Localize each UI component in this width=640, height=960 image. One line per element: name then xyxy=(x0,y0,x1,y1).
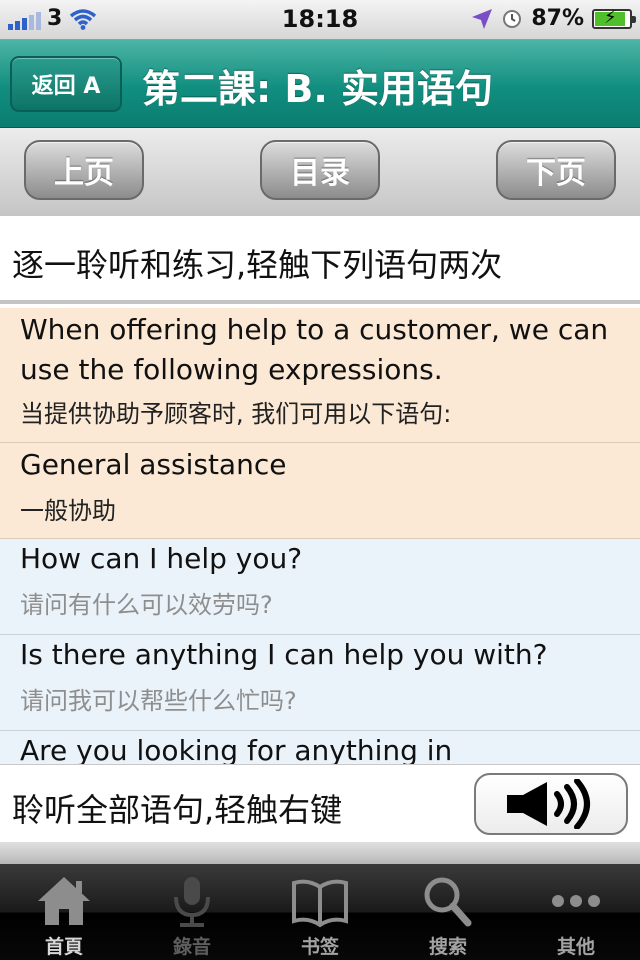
location-arrow-icon xyxy=(472,8,493,29)
previous-page-button[interactable]: 上页 xyxy=(24,140,144,200)
phrase-row[interactable]: Are you looking for anything in xyxy=(0,731,640,764)
status-right: 87% ⚡ xyxy=(471,6,636,31)
tab-label: 首頁 xyxy=(44,936,83,958)
more-icon xyxy=(546,872,606,930)
intro-english: When offering help to a customer, we can… xyxy=(20,313,609,386)
phrase-english: Are you looking for anything in xyxy=(20,734,453,764)
speaker-icon xyxy=(507,779,590,829)
intro-block[interactable]: When offering help to a customer, we can… xyxy=(0,308,640,443)
tab-label: 其他 xyxy=(556,936,595,958)
tab-home[interactable]: 首頁 xyxy=(0,864,128,960)
instruction-text: 逐一聆听和练习,轻触下列语句两次 xyxy=(0,216,640,304)
page-toolbar: 上页 目录 下页 xyxy=(0,128,640,216)
intro-chinese: 当提供协助予顾客时, 我们可用以下语句: xyxy=(20,400,452,428)
tab-bar: 首頁 錄音 书签 搜索 其他 xyxy=(0,864,640,960)
tab-label: 搜索 xyxy=(428,936,467,958)
section-english: General assistance xyxy=(20,448,287,481)
battery-icon: ⚡ xyxy=(592,6,636,29)
section-header-general[interactable]: General assistance 一般协助 xyxy=(0,443,640,539)
book-icon xyxy=(290,872,350,930)
back-button[interactable]: 返回 A xyxy=(10,56,122,112)
search-icon xyxy=(418,872,478,930)
section-chinese: 一般协助 xyxy=(20,497,116,525)
phrase-chinese: 请问我可以帮些什么忙吗? xyxy=(20,687,297,715)
phrase-row[interactable]: How can I help you? 请问有什么可以效劳吗? xyxy=(0,539,640,635)
phrase-chinese: 请问有什么可以效劳吗? xyxy=(20,591,273,619)
home-icon xyxy=(34,872,94,930)
divider xyxy=(0,842,640,864)
microphone-icon xyxy=(162,872,222,930)
tab-search[interactable]: 搜索 xyxy=(384,864,512,960)
listen-all-label: 聆听全部语句,轻触右键 xyxy=(12,791,343,829)
page-title: 第二課: B. 实用语句 xyxy=(142,67,494,111)
play-all-button[interactable] xyxy=(474,773,628,835)
tab-bookmarks[interactable]: 书签 xyxy=(256,864,384,960)
table-of-contents-button[interactable]: 目录 xyxy=(260,140,380,200)
navigation-bar: 返回 A 第二課: B. 实用语句 xyxy=(0,40,640,128)
phrase-english: How can I help you? xyxy=(20,542,303,575)
tab-label: 錄音 xyxy=(172,936,211,958)
next-page-button[interactable]: 下页 xyxy=(496,140,616,200)
tab-label: 书签 xyxy=(300,936,339,958)
phrase-english: Is there anything I can help you with? xyxy=(20,638,548,671)
phrase-row[interactable]: Is there anything I can help you with? 请… xyxy=(0,635,640,731)
tab-more[interactable]: 其他 xyxy=(512,864,640,960)
listen-all-bar: 聆听全部语句,轻触右键 xyxy=(0,764,640,842)
alarm-clock-icon xyxy=(503,9,522,28)
charging-bolt-icon: ⚡ xyxy=(604,6,617,28)
tab-record[interactable]: 錄音 xyxy=(128,864,256,960)
battery-percent: 87% xyxy=(531,6,584,31)
phrase-list[interactable]: When offering help to a customer, we can… xyxy=(0,308,640,764)
status-bar: 3 18:18 87% ⚡ xyxy=(0,0,640,40)
